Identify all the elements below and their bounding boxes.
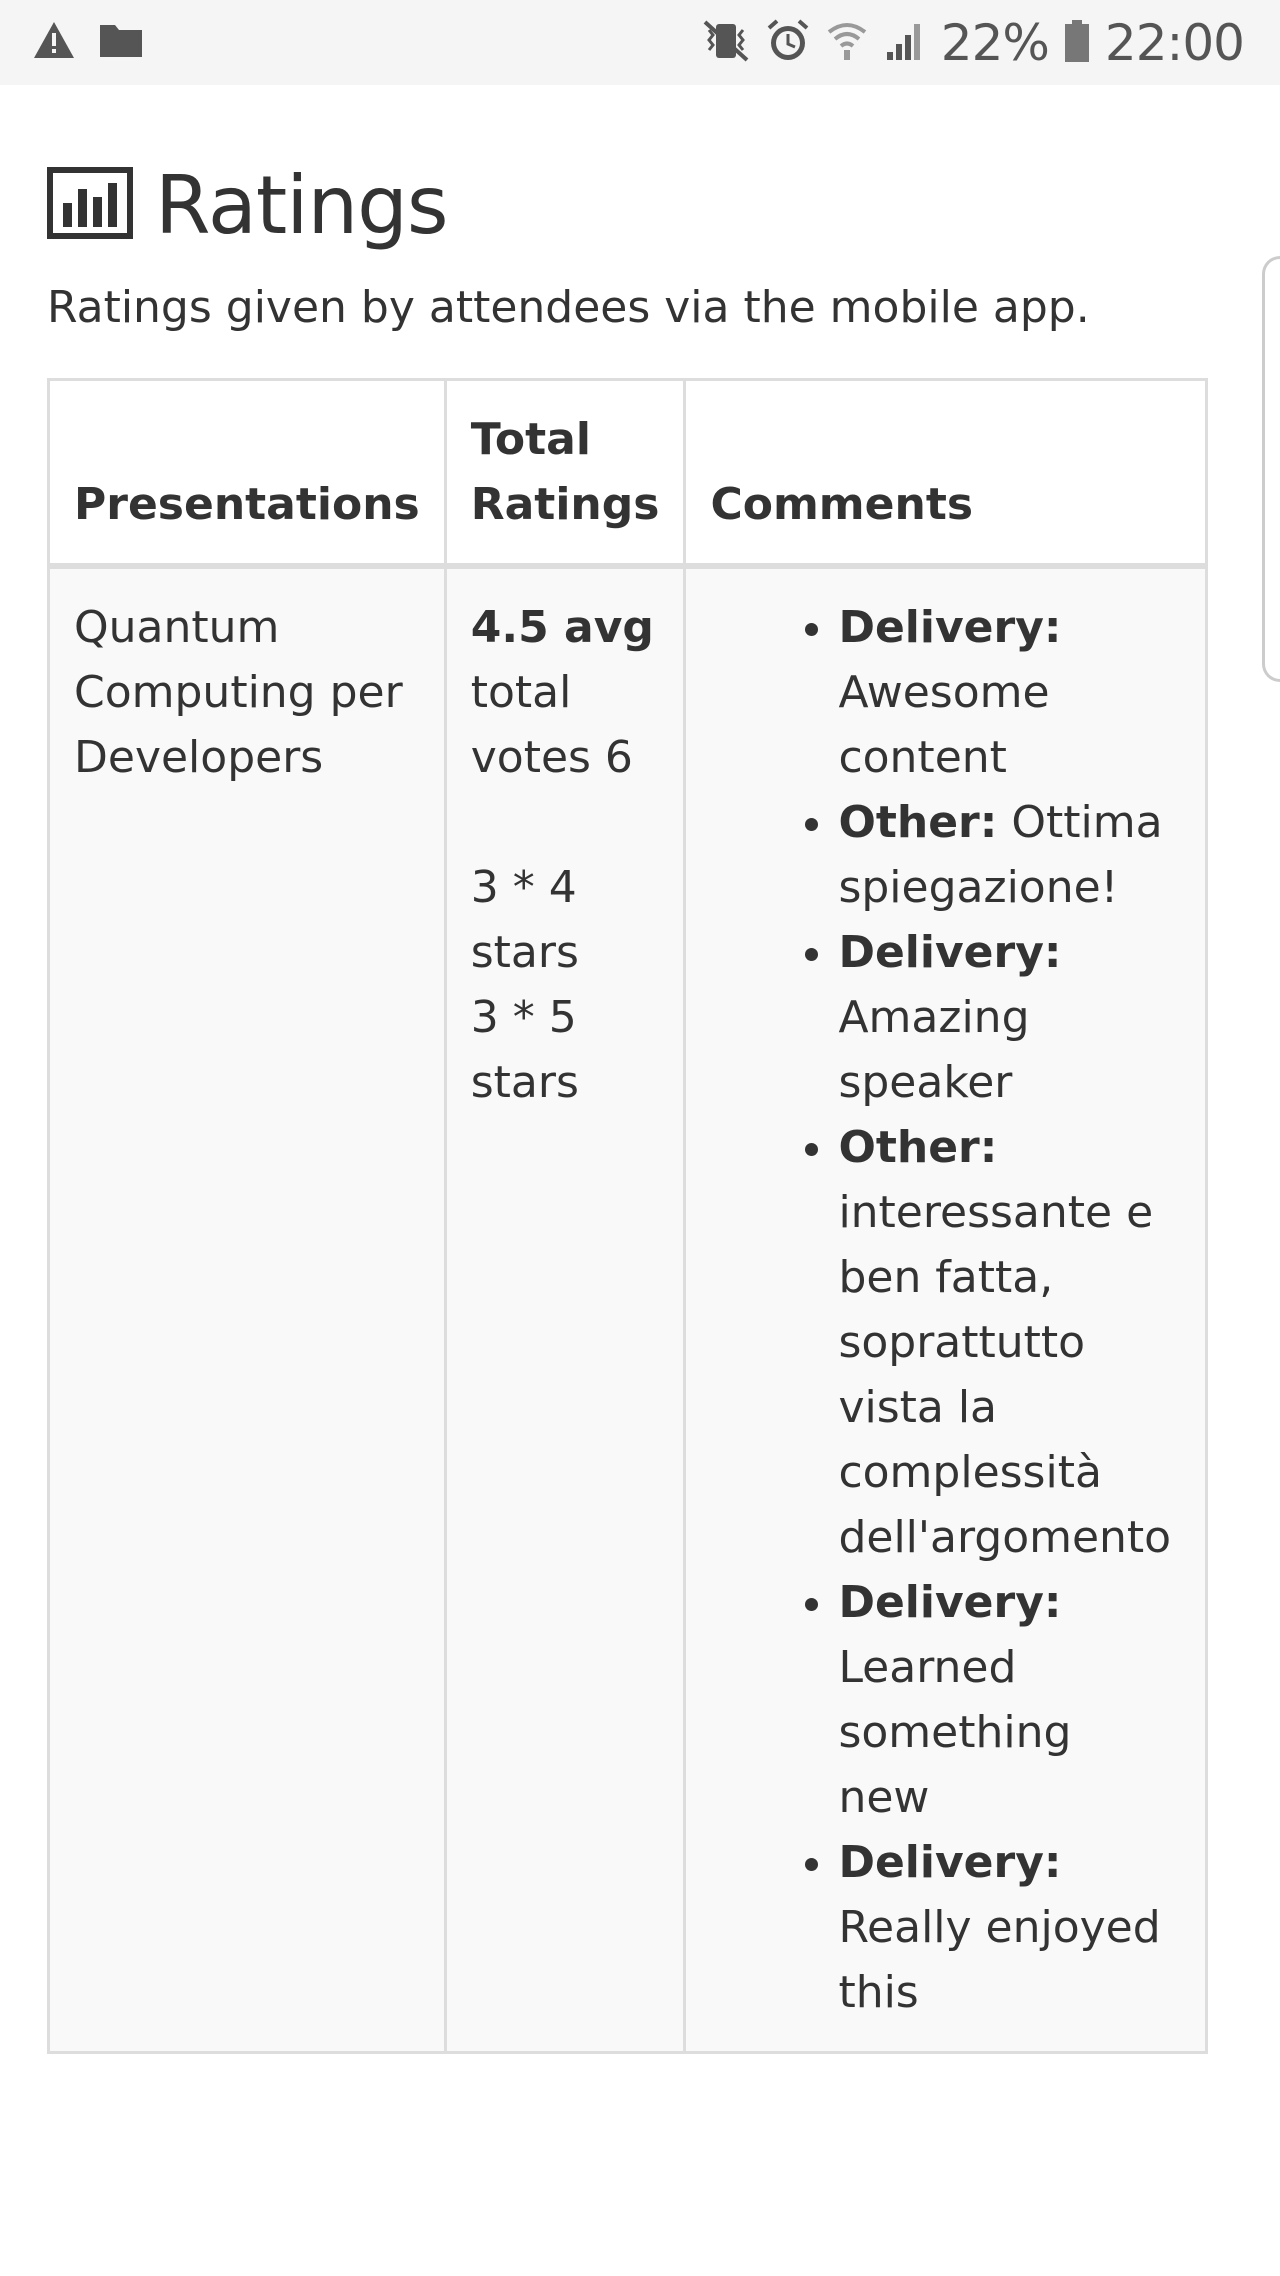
vibrate-icon — [701, 18, 751, 68]
comment-item: Delivery: Really enjoyed this — [838, 1830, 1171, 2025]
comment-text: interessante e ben fatta, soprattutto vi… — [838, 1187, 1172, 1563]
comment-item: Delivery: Awesome content — [838, 595, 1171, 790]
table-header-row: Presentations Total Ratings Comments — [47, 378, 1209, 569]
alarm-icon — [765, 18, 811, 68]
header-total-ratings-line2: Ratings — [470, 479, 660, 530]
table-row: Quantum Computing per Developers 4.5 avg… — [47, 564, 1209, 2054]
presentation-cell: Quantum Computing per Developers — [47, 564, 447, 2054]
comments-cell: Delivery: Awesome content Other: Ottima … — [683, 564, 1209, 2054]
header-presentations: Presentations — [47, 378, 447, 569]
comments-list: Delivery: Awesome content Other: Ottima … — [710, 595, 1181, 2025]
comment-category: Delivery: — [838, 1837, 1062, 1888]
clock: 22:00 — [1104, 14, 1245, 72]
battery-percent: 22% — [940, 14, 1050, 72]
warning-icon — [32, 20, 76, 64]
rating-breakdown-item: 3 * 5 stars — [470, 992, 579, 1108]
header-comments: Comments — [683, 378, 1209, 569]
comment-text: Learned something new — [838, 1642, 1072, 1823]
status-bar: 22% 22:00 — [0, 0, 1280, 85]
header-total-ratings: Total Ratings — [443, 378, 687, 569]
bar-chart-icon — [47, 167, 133, 243]
page-header: Ratings — [47, 150, 1157, 260]
total-ratings-cell: 4.5 avg total votes 6 3 * 4 stars 3 * 5 … — [443, 564, 687, 2054]
comment-category: Delivery: — [838, 602, 1062, 653]
comment-category: Delivery: — [838, 927, 1062, 978]
status-left-icons — [32, 20, 144, 64]
comment-category: Other: — [838, 1122, 998, 1173]
page-subtitle: Ratings given by attendees via the mobil… — [47, 282, 1090, 333]
status-right-icons: 22% 22:00 — [701, 14, 1245, 72]
signal-icon — [883, 18, 927, 68]
comment-category: Other: — [838, 797, 998, 848]
comment-item: Other: Ottima spiegazione! — [838, 790, 1171, 920]
comment-item: Other: interessante e ben fatta, sopratt… — [838, 1115, 1171, 1570]
comment-text: Amazing speaker — [838, 992, 1030, 1108]
comment-category: Delivery: — [838, 1577, 1062, 1628]
comment-item: Delivery: Learned something new — [838, 1570, 1171, 1830]
comment-text: Awesome content — [838, 667, 1050, 783]
comment-item: Delivery: Amazing speaker — [838, 920, 1171, 1115]
ratings-page: Ratings Ratings given by attendees via t… — [47, 150, 1209, 2054]
header-total-ratings-line1: Total — [470, 414, 591, 465]
total-votes: total votes 6 — [470, 667, 633, 783]
side-scroll-handle[interactable] — [1262, 256, 1280, 682]
wifi-icon — [825, 18, 869, 68]
page-title: Ratings — [155, 158, 449, 252]
rating-average: 4.5 avg — [470, 602, 654, 653]
battery-icon — [1063, 18, 1091, 68]
comment-text: Really enjoyed this — [838, 1902, 1161, 2018]
rating-breakdown-item: 3 * 4 stars — [470, 862, 579, 978]
ratings-table: Presentations Total Ratings Comments Qua… — [47, 378, 1209, 2054]
folder-icon — [98, 21, 144, 63]
